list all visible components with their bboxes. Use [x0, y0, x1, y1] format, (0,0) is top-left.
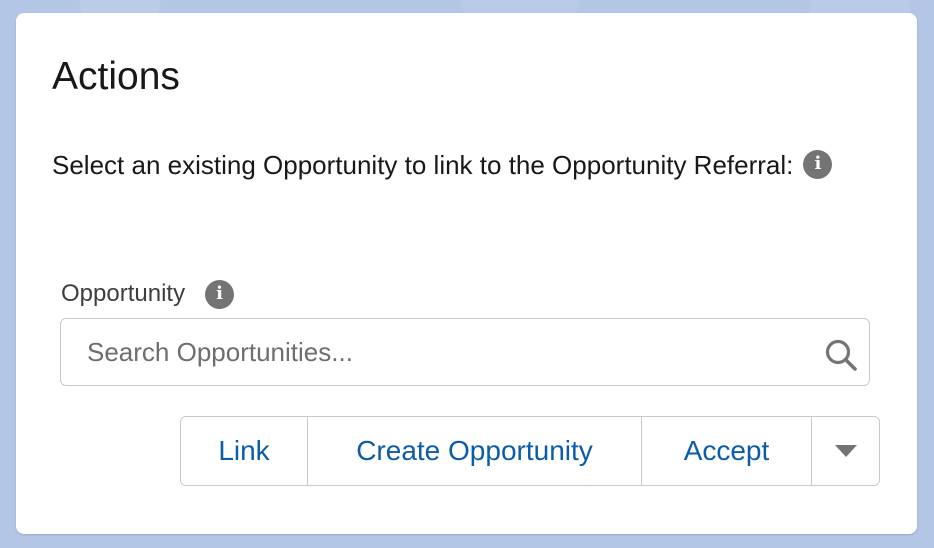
opportunity-search-box[interactable]: [60, 318, 870, 386]
search-icon[interactable]: [823, 337, 859, 373]
chevron-down-icon: [834, 445, 857, 457]
opportunity-label-text: Opportunity: [61, 280, 186, 307]
info-icon[interactable]: i: [803, 149, 833, 179]
card-title: Actions: [52, 55, 180, 98]
opportunity-field-label: Opportunity i: [61, 277, 235, 311]
link-button[interactable]: Link: [181, 417, 308, 485]
actions-card: Actions Select an existing Opportunity t…: [16, 13, 917, 534]
opportunity-search-input[interactable]: [87, 319, 787, 385]
create-opportunity-button[interactable]: Create Opportunity: [308, 417, 642, 485]
description-text: Select an existing Opportunity to link t…: [52, 150, 794, 180]
opportunity-info-icon[interactable]: i: [205, 279, 235, 309]
card-description: Select an existing Opportunity to link t…: [52, 144, 852, 187]
action-button-group: Link Create Opportunity Accept: [180, 416, 880, 486]
more-actions-button[interactable]: [812, 417, 879, 485]
accept-button[interactable]: Accept: [642, 417, 812, 485]
